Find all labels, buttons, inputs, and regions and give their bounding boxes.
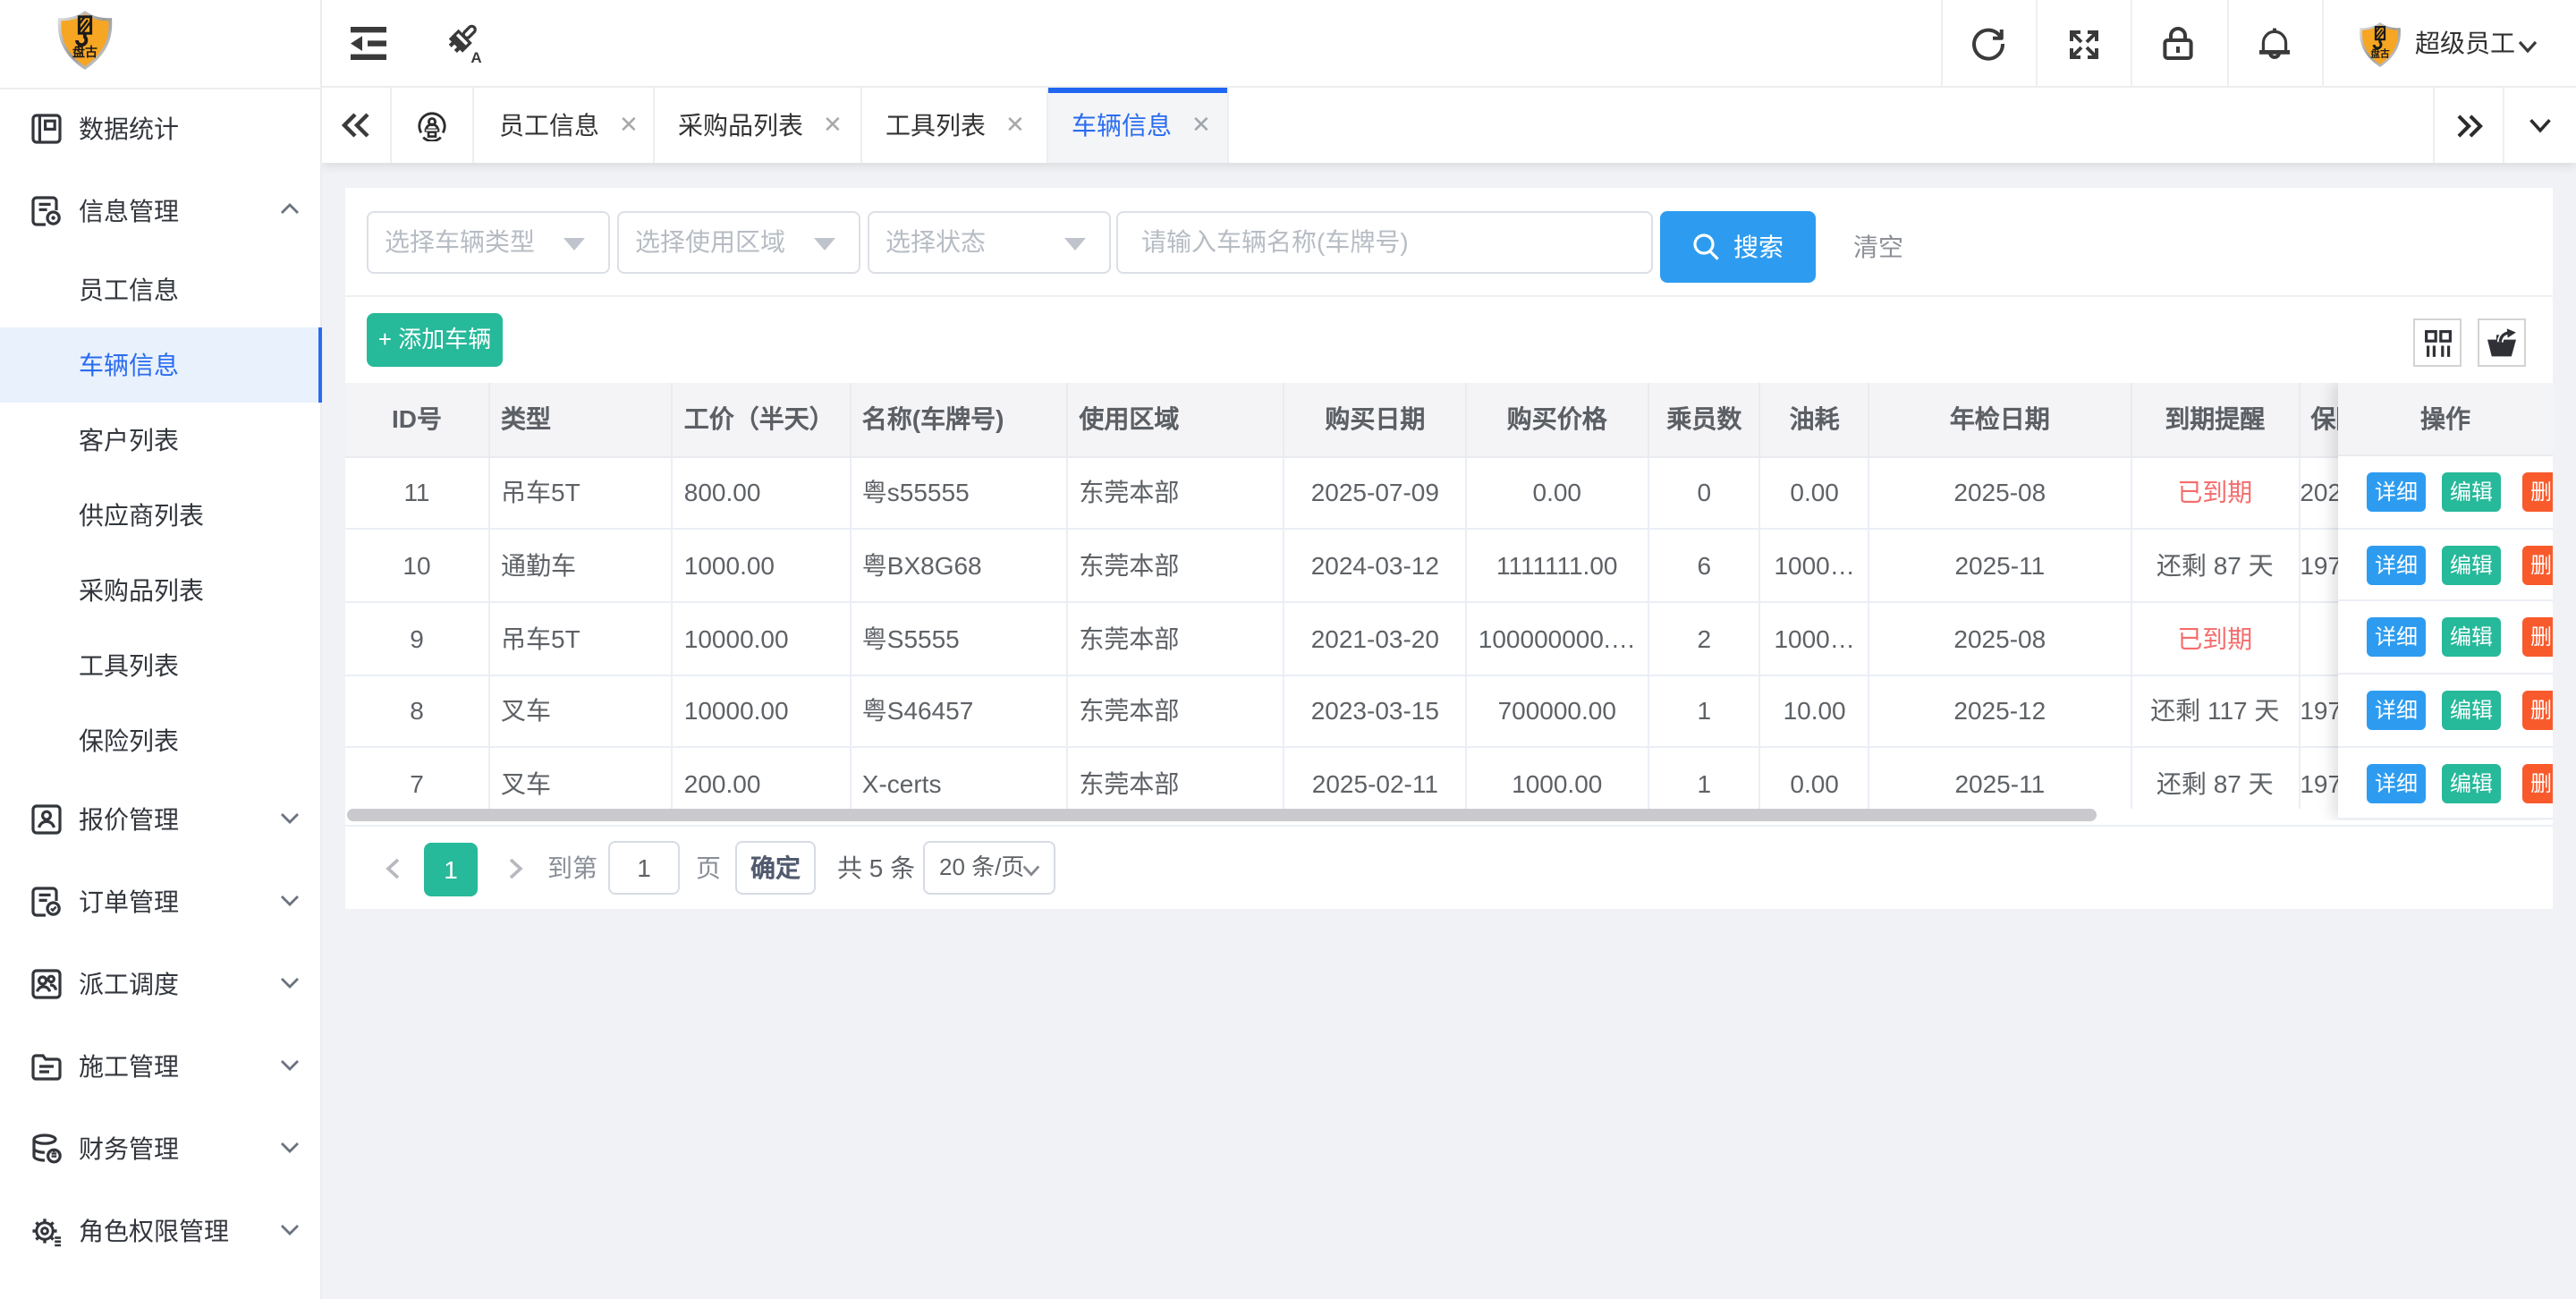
- svg-text:盘古: 盘古: [2369, 47, 2389, 59]
- svg-text:盘古: 盘古: [72, 45, 97, 59]
- svg-text:A: A: [470, 49, 480, 64]
